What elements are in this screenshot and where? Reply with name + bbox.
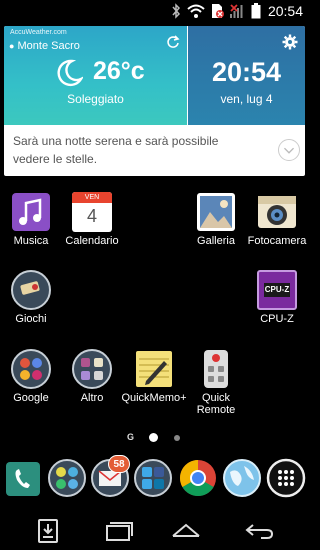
forecast-text: Sarà una notte serena e sarà possibile v… — [13, 134, 219, 166]
notification-badge: 58 — [108, 455, 130, 473]
temperature: 26°c — [93, 57, 145, 85]
expand-chevron-icon[interactable] — [278, 139, 300, 161]
music-icon — [12, 193, 50, 231]
app-label: Galleria — [197, 235, 235, 247]
phone-icon[interactable] — [4, 458, 44, 498]
chrome-icon[interactable] — [178, 458, 218, 498]
app-label: CPU-Z — [260, 313, 294, 325]
games-folder-icon — [11, 270, 51, 310]
folder-label: Giochi — [15, 313, 47, 325]
quickmemo-icon — [136, 351, 172, 387]
weather-condition: Soleggiato — [67, 92, 124, 106]
browser-icon[interactable] — [222, 458, 262, 498]
app-fotocamera[interactable]: Fotocamera — [244, 192, 310, 247]
folder-altro[interactable]: Altro — [59, 349, 125, 404]
weather-panel[interactable]: AccuWeather.com ● Monte Sacro 26°c Soleg… — [4, 26, 187, 125]
games-thumbnail-icon — [20, 281, 40, 295]
calendar-month: VEN — [72, 192, 112, 203]
status-time: 20:54 — [267, 3, 303, 19]
sim-missing-icon — [212, 4, 224, 18]
battery-icon — [251, 3, 261, 19]
dock[interactable]: 58 — [0, 455, 309, 508]
cpuz-icon-text: CPU-Z — [264, 283, 290, 297]
refresh-icon[interactable] — [166, 35, 180, 49]
folder-google[interactable]: Google — [0, 349, 64, 404]
app-label: Fotocamera — [247, 235, 307, 247]
app-label: Quick Remote — [196, 392, 236, 416]
google-page-label[interactable]: G — [127, 432, 134, 442]
location-pin-icon: ● — [9, 41, 15, 51]
app-cpuz[interactable]: CPU-Z CPU-Z — [244, 270, 310, 325]
calendar-icon: VEN 4 — [72, 192, 112, 232]
app-musica[interactable]: Musica — [0, 192, 64, 247]
signal-off-icon — [230, 4, 243, 18]
app-label: Calendario — [65, 235, 119, 247]
folder-label: Altro — [80, 392, 104, 404]
app-calendario[interactable]: VEN 4 Calendario — [59, 192, 125, 247]
page-indicator[interactable]: G — [0, 432, 309, 444]
social-folder-icon[interactable] — [133, 458, 173, 498]
folder-label: Google — [13, 392, 49, 404]
camera-icon — [258, 196, 296, 228]
remote-icon — [204, 350, 228, 388]
app-quickremote[interactable]: Quick Remote — [183, 349, 249, 416]
gear-icon[interactable] — [282, 34, 298, 50]
page-dot[interactable] — [174, 435, 180, 441]
other-folder-icon — [72, 349, 112, 389]
calendar-day: 4 — [86, 206, 97, 226]
wifi-icon — [187, 4, 205, 18]
google-folder-icon — [11, 349, 51, 389]
weather-location[interactable]: ● Monte Sacro — [9, 40, 80, 52]
app-label: QuickMemo+ — [121, 392, 187, 404]
notification-download-icon[interactable] — [37, 518, 59, 544]
app-drawer-icon[interactable] — [266, 458, 306, 498]
back-icon[interactable] — [243, 518, 275, 544]
clock-panel[interactable]: 20:54 ven, lug 4 — [188, 26, 305, 125]
weather-widget[interactable]: AccuWeather.com ● Monte Sacro 26°c Soleg… — [4, 26, 305, 176]
weather-provider: AccuWeather.com — [10, 29, 67, 36]
moon-icon — [57, 59, 83, 87]
widget-clock: 20:54 — [211, 57, 282, 87]
widget-date: ven, lug 4 — [220, 92, 273, 106]
location-label: Monte Sacro — [17, 40, 80, 52]
page-dot-active[interactable] — [149, 433, 158, 442]
app-label: Musica — [13, 235, 49, 247]
cpuz-icon: CPU-Z — [257, 270, 297, 310]
app-galleria[interactable]: Galleria — [183, 192, 249, 247]
home-icon[interactable] — [170, 518, 202, 544]
status-bar[interactable]: 20:54 — [0, 0, 309, 22]
gallery-icon — [197, 193, 235, 231]
navigation-bar[interactable] — [0, 512, 309, 550]
app-quickmemo[interactable]: QuickMemo+ — [121, 349, 187, 404]
folder-giochi[interactable]: Giochi — [0, 270, 64, 325]
messaging-folder-icon[interactable] — [47, 458, 87, 498]
recents-icon[interactable] — [104, 518, 134, 544]
bluetooth-icon — [172, 3, 181, 19]
